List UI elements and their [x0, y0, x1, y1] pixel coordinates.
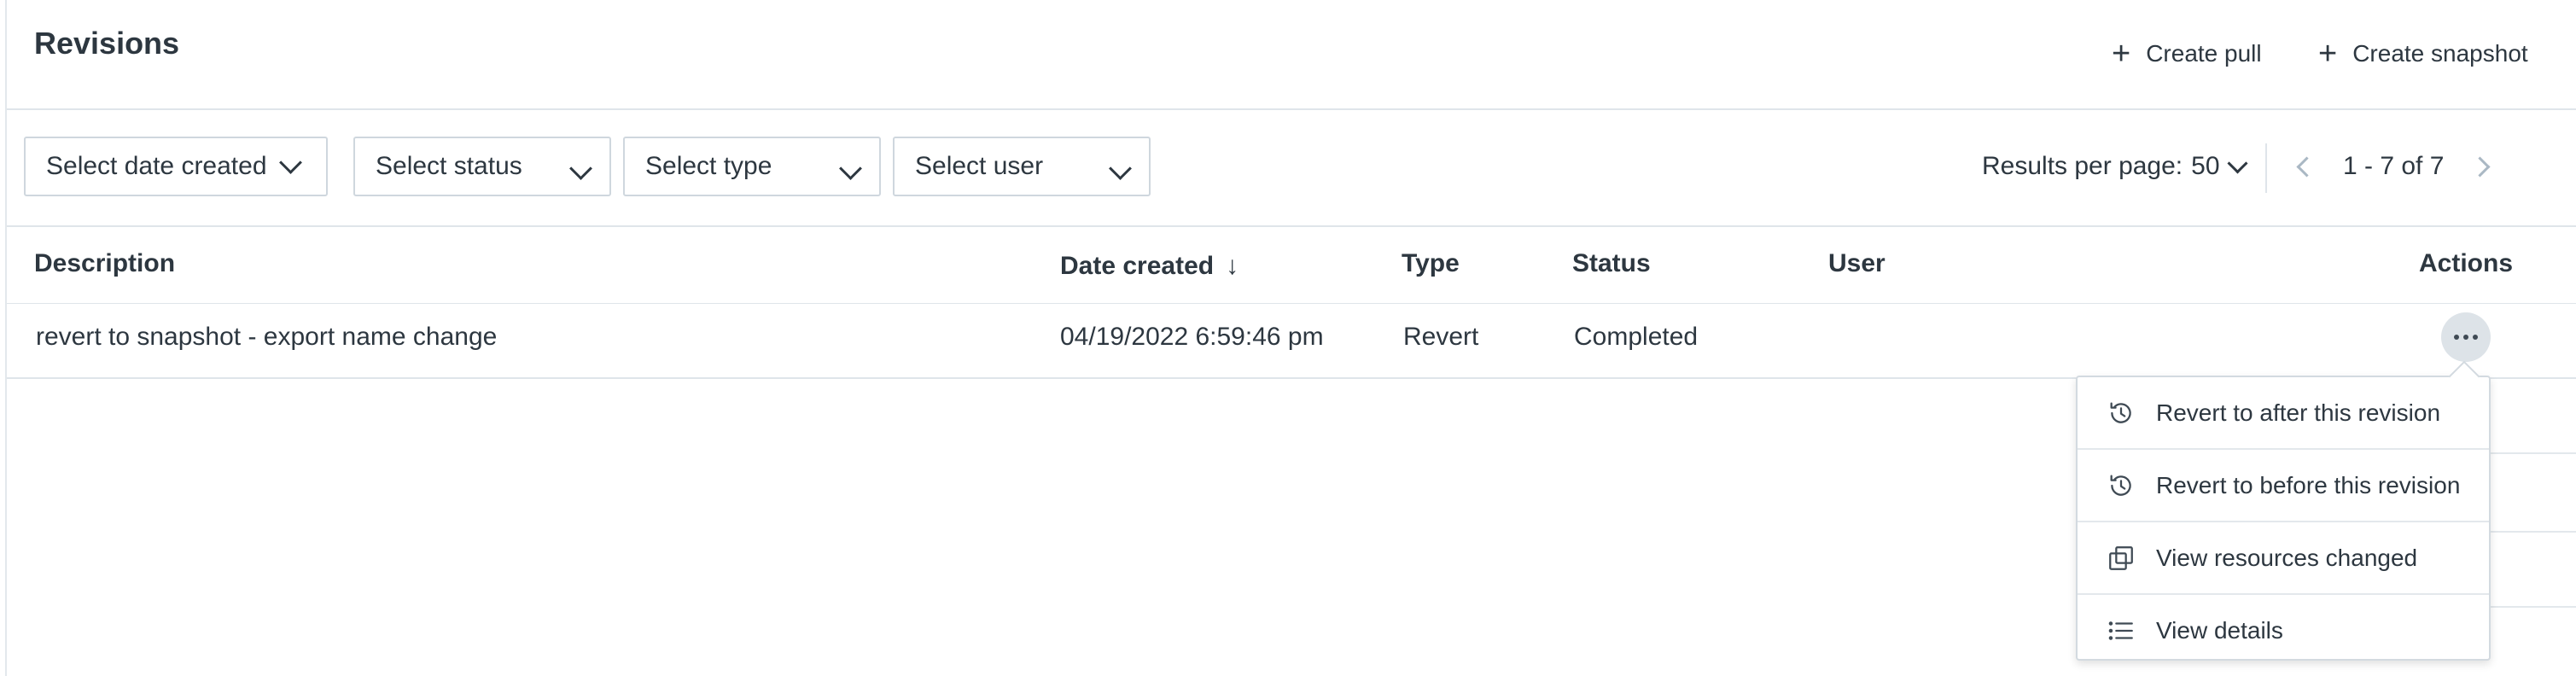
- column-header-status-label: Status: [1572, 249, 1651, 277]
- column-header-actions-label: Actions: [2419, 249, 2514, 277]
- menu-item-label: Revert to after this revision: [2156, 399, 2441, 426]
- column-header-description-label: Description: [34, 249, 176, 277]
- menu-item-label: Revert to before this revision: [2156, 471, 2461, 498]
- menu-item-view-details[interactable]: View details: [2078, 595, 2489, 666]
- column-header-user: User: [1828, 249, 1885, 278]
- chevron-down-icon: [2226, 152, 2248, 174]
- more-dot: [2473, 335, 2478, 340]
- date-created-filter-label: Select date created: [46, 152, 267, 180]
- history-icon: [2110, 402, 2131, 423]
- menu-item-label: View resources changed: [2156, 544, 2418, 571]
- page-title: Revisions: [34, 26, 180, 61]
- chevron-down-icon: [569, 157, 592, 180]
- create-snapshot-button[interactable]: + Create snapshot: [2318, 38, 2528, 70]
- row-actions-button[interactable]: [2441, 312, 2491, 362]
- pagination-divider: [2265, 143, 2267, 193]
- cell-type: Revert: [1403, 323, 1479, 351]
- actions-menu: Revert to after this revision Revert to …: [2076, 376, 2491, 661]
- column-header-user-label: User: [1828, 249, 1885, 277]
- pagination-range: 1 - 7 of 7: [2343, 152, 2445, 180]
- user-filter[interactable]: Select user: [893, 137, 1151, 196]
- cell-date-created: 04/19/2022 6:59:46 pm: [1060, 323, 1324, 351]
- menu-item-revert-before[interactable]: Revert to before this revision: [2078, 450, 2489, 522]
- column-header-date-created[interactable]: Date created ↓: [1060, 252, 1238, 281]
- results-per-page-label: Results per page:: [1982, 152, 2183, 180]
- pagination: 1 - 7 of 7: [2296, 152, 2491, 181]
- results-per-page-select[interactable]: 50: [2191, 152, 2248, 181]
- column-header-description: Description: [34, 249, 175, 278]
- status-filter-label: Select status: [376, 152, 522, 180]
- header-row-divider: [7, 303, 2576, 304]
- column-header-date-created-label: Date created: [1060, 252, 1215, 280]
- more-dot: [2454, 335, 2459, 340]
- chevron-down-icon: [839, 157, 862, 180]
- date-created-filter[interactable]: Select date created: [24, 137, 328, 196]
- plus-icon: +: [2318, 36, 2338, 72]
- filter-divider: [7, 225, 2576, 227]
- status-filter[interactable]: Select status: [353, 137, 611, 196]
- menu-item-view-resources-changed[interactable]: View resources changed: [2078, 522, 2489, 595]
- column-header-status: Status: [1572, 249, 1651, 278]
- cell-status: Completed: [1574, 323, 1699, 351]
- type-filter[interactable]: Select type: [623, 137, 881, 196]
- sort-descending-icon: ↓: [1226, 252, 1239, 280]
- results-per-page: Results per page: 50: [1982, 152, 2248, 181]
- column-header-type-label: Type: [1402, 249, 1460, 277]
- chevron-down-icon: [1109, 157, 1132, 180]
- results-per-page-value: 50: [2191, 152, 2220, 180]
- create-snapshot-label: Create snapshot: [2352, 40, 2528, 67]
- header-divider: [7, 108, 2576, 110]
- chevron-down-icon: [278, 150, 302, 174]
- menu-item-label: View details: [2156, 616, 2283, 644]
- create-pull-label: Create pull: [2146, 40, 2262, 67]
- copy-icon: [2109, 545, 2133, 570]
- list-icon: [2108, 621, 2133, 640]
- chevron-left-icon[interactable]: [2296, 155, 2317, 178]
- user-filter-label: Select user: [915, 152, 1044, 180]
- history-icon: [2110, 475, 2131, 496]
- type-filter-label: Select type: [645, 152, 772, 180]
- chevron-right-icon[interactable]: [2469, 155, 2491, 178]
- column-header-type: Type: [1402, 249, 1460, 278]
- cell-description: revert to snapshot - export name change: [36, 323, 498, 351]
- plus-icon: +: [2112, 36, 2131, 72]
- more-dot: [2463, 335, 2468, 340]
- column-header-actions: Actions: [2419, 249, 2513, 278]
- create-pull-button[interactable]: + Create pull: [2112, 38, 2262, 70]
- menu-item-revert-after[interactable]: Revert to after this revision: [2078, 377, 2489, 450]
